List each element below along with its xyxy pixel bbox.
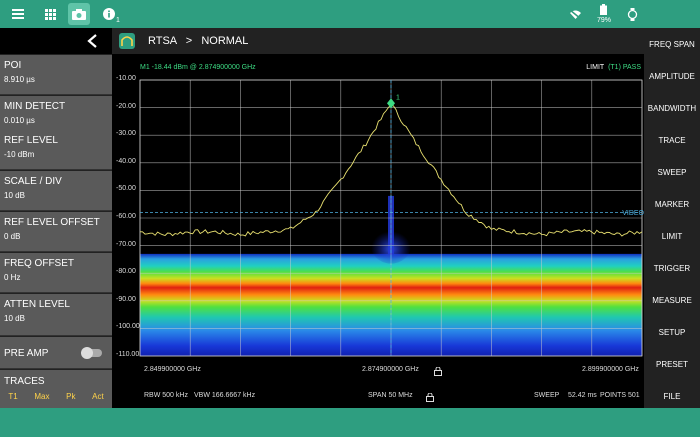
menu-freq-span[interactable]: FREQ SPAN [644,28,700,60]
preamp-toggle[interactable] [81,347,102,359]
traces-label: TRACES [4,376,45,387]
menu-icon[interactable] [8,0,28,28]
param-scale-div[interactable]: SCALE / DIV 10 dB [0,171,112,211]
y-tick-label: -20.00 [116,102,136,110]
param-label: REF LEVEL OFFSET [4,217,100,228]
menu-preset[interactable]: PRESET [644,348,700,380]
stop-frequency[interactable]: 2.899900000 GHz [582,366,639,373]
param-value: -10 dBm [4,150,35,159]
center-lock-icon[interactable] [434,367,442,376]
battery-percent: 79% [597,17,612,24]
trace-id: T1 [8,392,18,401]
param-value: 0 Hz [4,273,21,282]
param-label: SCALE / DIV [4,176,62,187]
menu-marker[interactable]: MARKER [644,188,700,220]
spectrum-analyzer-app: 1 79% POI 8.910 µs MIN DETECT 0.010 µs R… [0,0,700,437]
traces-setting[interactable]: TRACES T1 Max Pk Act [0,370,112,408]
apps-grid-icon[interactable] [40,0,60,28]
bottom-bar [0,408,700,437]
span-value[interactable]: SPAN 50 MHz [368,392,413,399]
sweep-label: SWEEP [534,392,560,399]
param-ref-level-offset[interactable]: REF LEVEL OFFSET 0 dB [0,212,112,252]
rbw-value[interactable]: RBW 500 kHz [144,392,188,399]
limit-readout: LIMIT (T1) PASS [586,64,641,71]
breadcrumb-submode[interactable]: NORMAL [201,35,248,47]
param-label: ATTEN LEVEL [4,299,70,310]
menu-bandwidth[interactable]: BANDWIDTH [644,92,700,124]
limit-label: LIMIT [586,64,605,71]
y-tick-label: -60.00 [116,213,136,220]
param-label: FREQ OFFSET [4,258,74,269]
battery-icon [594,0,612,18]
left-panel-header [0,28,112,54]
param-value: 0.010 µs [4,116,35,125]
toggle-knob [81,347,93,359]
menu-measure[interactable]: MEASURE [644,284,700,316]
marker-readout: M1 -18.44 dBm @ 2.874900000 GHz [140,64,256,71]
traces-summary: T1 Max Pk Act [0,392,112,406]
y-tick-label: -110.00 [116,351,140,358]
param-poi[interactable]: POI 8.910 µs [0,55,112,95]
param-ref-level[interactable]: REF LEVEL -10 dBm [0,130,112,170]
param-value: 10 dB [4,314,25,323]
param-label: MIN DETECT [4,101,66,112]
param-value: 8.910 µs [4,75,35,84]
menu-sweep[interactable]: SWEEP [644,156,700,188]
y-tick-label: -90.00 [116,295,136,303]
points-value[interactable]: POINTS 501 [600,392,640,399]
menu-trace[interactable]: TRACE [644,124,700,156]
camera-icon[interactable] [68,3,90,25]
frequency-axis: 2.849900000 GHz 2.874900000 GHz 2.899900… [112,364,644,378]
preamp-label: PRE AMP [4,348,49,359]
trace-state: Act [92,392,104,401]
menu-amplitude[interactable]: AMPLITUDE [644,60,700,92]
menu-setup[interactable]: SETUP [644,316,700,348]
breadcrumb-separator: > [185,35,193,47]
param-freq-offset[interactable]: FREQ OFFSET 0 Hz [0,253,112,293]
preamp-setting: PRE AMP [0,337,112,369]
spectrum-plot-area[interactable]: 1 M1 -18.44 dBm @ 2.874900000 GHz LIMIT … [112,54,644,408]
back-button[interactable] [82,31,102,51]
y-tick-label: -40.00 [116,157,136,165]
trace-type: Max [34,392,50,401]
y-tick-label: -100.00 [116,323,140,331]
status-bar: 1 79% [0,0,700,28]
menu-trigger[interactable]: TRIGGER [644,252,700,284]
y-tick-label: -10.00 [116,75,136,82]
param-value: 0 dB [4,232,21,241]
param-value: 10 dB [4,191,25,200]
menu-limit[interactable]: LIMIT [644,220,700,252]
breadcrumb-mode[interactable]: RTSA [148,35,177,47]
mode-bar: RTSA > NORMAL [112,28,644,54]
video-trigger-label: VIDEO [622,210,644,217]
y-tick-label: -30.00 [116,130,136,138]
start-frequency[interactable]: 2.849900000 GHz [144,366,201,373]
param-label: REF LEVEL [4,135,58,146]
breadcrumb: RTSA > NORMAL [148,35,248,47]
marker-number-label: 1 [396,94,400,101]
info-badge: 1 [116,17,120,24]
span-lock-icon[interactable] [426,393,434,402]
param-label: POI [4,60,22,71]
no-signal-icon [566,0,584,28]
y-tick-label: -50.00 [116,185,136,193]
param-atten-level[interactable]: ATTEN LEVEL 10 dB [0,294,112,336]
bandwidth-info-row: RBW 500 kHz VBW 166.6667 kHz SPAN 50 MHz… [112,390,644,404]
trace-detector: Pk [66,392,76,401]
rtsa-mode-icon[interactable] [119,33,135,49]
chevron-left-icon [87,34,97,48]
y-tick-label: -70.00 [116,240,136,248]
sweep-time[interactable]: 52.42 ms [568,392,597,399]
vbw-value[interactable]: VBW 166.6667 kHz [194,392,255,399]
right-menu: FREQ SPAN AMPLITUDE BANDWIDTH TRACE SWEE… [644,28,700,408]
center-frequency[interactable]: 2.874900000 GHz [362,366,419,373]
rotate-icon[interactable] [622,0,642,28]
spectrum-chart[interactable]: 1 [112,54,644,408]
y-tick-label: -80.00 [116,268,136,276]
limit-status: (T1) PASS [608,64,641,71]
left-parameter-panel: POI 8.910 µs MIN DETECT 0.010 µs REF LEV… [0,28,112,408]
